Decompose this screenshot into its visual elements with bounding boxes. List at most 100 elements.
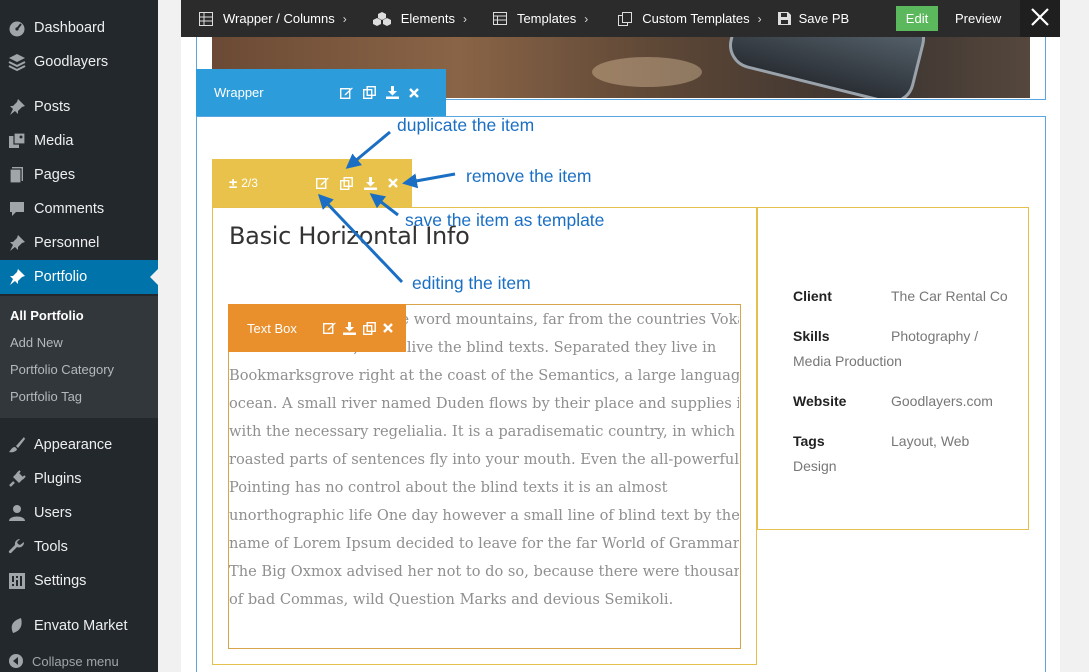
page-icon	[0, 166, 34, 184]
close-builder-button[interactable]	[1020, 0, 1060, 37]
edit-mode-button[interactable]: Edit	[896, 6, 938, 31]
plug-icon	[0, 470, 34, 488]
text-line: with the necessary regelialia. It is a p…	[229, 423, 736, 440]
download-icon[interactable]	[343, 321, 356, 335]
download-icon[interactable]	[364, 176, 377, 190]
canvas-gutter	[158, 0, 181, 672]
remove-icon[interactable]	[409, 87, 419, 98]
toolbar-templates[interactable]: Templates ›	[467, 0, 588, 37]
plus-minus-icon[interactable]: ±	[229, 176, 237, 191]
edit-icon[interactable]	[340, 87, 353, 99]
dashboard-icon	[0, 19, 34, 37]
menu-label: Envato Market	[34, 618, 128, 634]
menu-label: Users	[34, 505, 72, 521]
menu-label: Portfolio	[34, 269, 88, 285]
text-line: The Big Oxmox advised her not to do so, …	[229, 563, 739, 580]
hero-image-highlight	[592, 57, 702, 87]
textbox-label: Text Box	[247, 320, 297, 336]
annotation-edit: editing the item	[412, 273, 531, 293]
remove-icon[interactable]	[388, 178, 398, 188]
close-icon	[1031, 8, 1049, 29]
menu-label: Media	[34, 133, 74, 149]
menu-label: Appearance	[34, 437, 113, 453]
menu-item-envato-market[interactable]: Envato Market	[0, 609, 158, 643]
table-icon	[492, 12, 507, 25]
menu-item-goodlayers[interactable]: Goodlayers	[0, 45, 158, 79]
website-value: Goodlayers.com	[891, 393, 993, 409]
collapse-menu-button[interactable]: Collapse menu	[0, 650, 119, 672]
hero-image-phone	[723, 37, 931, 98]
wrapper-item-bar[interactable]: Wrapper	[196, 69, 446, 116]
menu-label: Comments	[34, 201, 105, 217]
tags-value-continued: Design	[793, 458, 837, 474]
copy-icon	[618, 11, 633, 26]
skills-key: Skills	[793, 328, 830, 344]
text-line: roasted parts of sentences fly into your…	[229, 451, 739, 468]
canvas-right-gutter	[1060, 0, 1089, 672]
menu-item-comments[interactable]: Comments	[0, 192, 158, 226]
menu-item-plugins[interactable]: Plugins	[0, 462, 158, 496]
client-value: The Car Rental Co	[891, 288, 1008, 304]
toolbar-save-pb-button[interactable]: Save PB	[762, 0, 849, 37]
menu-item-settings[interactable]: Settings	[0, 564, 158, 598]
toolbar-wrapper-columns[interactable]: Wrapper / Columns ›	[181, 0, 347, 37]
download-icon[interactable]	[386, 86, 399, 99]
edit-icon[interactable]	[323, 322, 336, 334]
text-line: of bad Commas, wild Question Marks and d…	[229, 591, 674, 608]
toolbar-elements[interactable]: Elements ›	[347, 0, 467, 37]
menu-item-personnel[interactable]: Personnel	[0, 226, 158, 260]
menu-item-media[interactable]: Media	[0, 124, 158, 158]
submenu-portfolio-category[interactable]: Portfolio Category	[0, 356, 158, 383]
collapse-arrow-icon	[0, 653, 32, 669]
menu-label: Dashboard	[34, 20, 105, 36]
submenu-portfolio-tag[interactable]: Portfolio Tag	[0, 383, 158, 410]
textbox-item-bar[interactable]: Text Box	[228, 304, 406, 352]
admin-sidebar: Dashboard Goodlayers Posts Media Pages C…	[0, 0, 158, 672]
duplicate-icon[interactable]	[363, 321, 376, 335]
pin-icon	[0, 234, 34, 252]
text-line: unorthographic life One day however a sm…	[229, 507, 739, 524]
skills-value-continued: Media Production	[793, 353, 902, 369]
menu-item-posts[interactable]: Posts	[0, 90, 158, 124]
wrapper-label: Wrapper	[214, 85, 264, 100]
brush-icon	[0, 436, 34, 454]
text-line: name of Lorem Ipsum decided to leave for…	[229, 535, 739, 552]
menu-label: Tools	[34, 539, 68, 555]
preview-button[interactable]: Preview	[955, 0, 1001, 37]
tags-value: Layout, Web	[891, 433, 970, 449]
toolbar-item-label: Wrapper / Columns	[223, 11, 335, 26]
duplicate-icon[interactable]	[340, 176, 353, 190]
toolbar-item-label: Custom Templates	[642, 11, 750, 26]
column-size-control[interactable]: ± 2/3	[229, 176, 316, 191]
submenu-add-new[interactable]: Add New	[0, 329, 158, 356]
website-key: Website	[793, 393, 847, 409]
current-menu-arrow	[150, 269, 158, 285]
wrench-icon	[0, 538, 34, 556]
client-key: Client	[793, 288, 832, 304]
sliders-icon	[0, 572, 34, 590]
menu-item-dashboard[interactable]: Dashboard	[0, 11, 158, 45]
leaf-icon	[0, 617, 34, 635]
menu-item-tools[interactable]: Tools	[0, 530, 158, 564]
submenu-all-portfolio[interactable]: All Portfolio	[0, 302, 158, 329]
screenshot-root: Dashboard Goodlayers Posts Media Pages C…	[0, 0, 1089, 672]
remove-icon[interactable]	[383, 323, 393, 333]
duplicate-icon[interactable]	[363, 86, 376, 99]
menu-item-portfolio[interactable]: Portfolio	[0, 260, 158, 294]
text-line: ocean. A small river named Duden flows b…	[229, 395, 739, 412]
user-icon	[0, 504, 34, 522]
textbox-actions	[323, 321, 393, 335]
save-icon	[777, 12, 791, 25]
menu-item-appearance[interactable]: Appearance	[0, 428, 158, 462]
menu-label: Goodlayers	[34, 54, 109, 70]
toolbar-custom-templates[interactable]: Custom Templates ›	[588, 0, 762, 37]
cubes-icon	[372, 11, 391, 26]
text-line: Pointing has no control about the blind …	[229, 479, 668, 496]
menu-item-users[interactable]: Users	[0, 496, 158, 530]
grid-icon	[199, 11, 213, 26]
edit-icon[interactable]	[316, 177, 329, 189]
menu-item-pages[interactable]: Pages	[0, 158, 158, 192]
skills-value: Photography /	[891, 328, 979, 344]
layers-icon	[0, 53, 34, 71]
column-item-bar[interactable]: ± 2/3	[212, 159, 412, 207]
